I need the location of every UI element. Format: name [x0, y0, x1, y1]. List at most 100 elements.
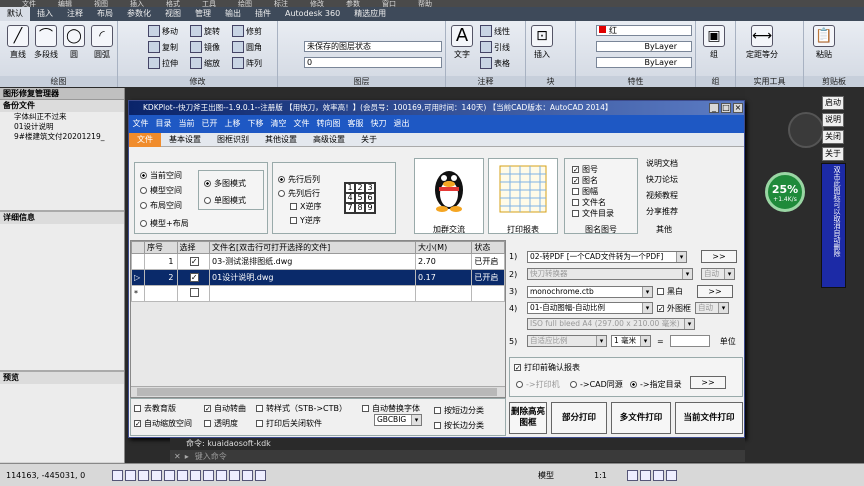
- scale-value-input[interactable]: [669, 335, 710, 347]
- radio-current-space[interactable]: 当前空间: [140, 170, 182, 181]
- side-button-about[interactable]: 关于: [822, 147, 844, 161]
- bottom-option-checkbox[interactable]: 去教育版: [134, 403, 176, 414]
- ribbon-tab-5[interactable]: 视图: [158, 7, 188, 21]
- dialog-tab[interactable]: 其他设置: [257, 133, 305, 147]
- circle-button[interactable]: ◯ 圆: [60, 25, 88, 60]
- side-button-close[interactable]: 关闭: [822, 130, 844, 144]
- paste-button[interactable]: 📋 粘贴: [810, 25, 838, 60]
- bottom-option-checkbox[interactable]: ✓ 自动转曲: [204, 403, 246, 414]
- drawing-check[interactable]: 文件目录: [572, 208, 614, 219]
- radio-single-mode[interactable]: 单图模式: [204, 195, 246, 206]
- partial-print-button[interactable]: 部分打印: [551, 402, 607, 434]
- dialog-menu-item[interactable]: 文件: [129, 115, 152, 133]
- ribbon-tab-3[interactable]: 布局: [90, 7, 120, 21]
- annotation-icon[interactable]: [626, 469, 638, 481]
- dialog-tab[interactable]: 文件: [129, 133, 161, 147]
- row-select-checkbox[interactable]: [189, 288, 199, 297]
- output-mode-more-button[interactable]: >>: [701, 250, 737, 263]
- grid-icon[interactable]: [125, 469, 136, 481]
- menu-item-2[interactable]: 视图: [94, 0, 108, 7]
- polar-icon[interactable]: [151, 469, 162, 481]
- side-button-help[interactable]: 说明: [822, 113, 844, 127]
- grid-cell[interactable]: 9: [365, 203, 375, 213]
- dialog-menu-item[interactable]: 客服: [344, 115, 367, 133]
- osnap-icon[interactable]: [164, 469, 175, 481]
- radio-to-printer[interactable]: ->打印机: [516, 379, 560, 390]
- close-button[interactable]: ×: [733, 103, 743, 113]
- lock-icon[interactable]: [652, 469, 664, 481]
- dialog-menu-item[interactable]: 清空: [267, 115, 290, 133]
- minimize-button[interactable]: _: [709, 103, 719, 113]
- qp-icon[interactable]: [242, 469, 253, 481]
- grid-cell[interactable]: 2: [355, 183, 365, 193]
- text-button[interactable]: A 文字: [448, 25, 476, 60]
- rotate-button[interactable]: 旋转: [190, 25, 220, 37]
- bottom-option-checkbox[interactable]: ✓ 自动缩放空间: [134, 418, 192, 429]
- layer-state-select[interactable]: 未保存的图层状态: [304, 41, 442, 52]
- line-button[interactable]: ╱ 直线: [4, 25, 32, 60]
- plot-style-select[interactable]: monochrome.ctb: [527, 285, 653, 298]
- auto-delete-hint[interactable]: 双击此图标可以取消自动删除: [821, 163, 846, 288]
- link-item[interactable]: 分享推荐: [646, 206, 678, 217]
- linear-button[interactable]: 线性: [480, 25, 510, 37]
- bottom-option-checkbox[interactable]: 打印后关闭软件: [256, 418, 322, 429]
- leader-button[interactable]: 引线: [480, 41, 510, 53]
- move-button[interactable]: 移动: [148, 25, 178, 37]
- grid-cell[interactable]: 6: [365, 193, 375, 203]
- mirror-button[interactable]: 镜像: [190, 41, 220, 53]
- ribbon-tab-9[interactable]: Autodesk 360: [278, 7, 347, 21]
- radio-row-first[interactable]: 先行后列: [278, 174, 320, 185]
- current-file-print-button[interactable]: 当前文件打印: [675, 402, 743, 434]
- dialog-tab[interactable]: 关于: [353, 133, 385, 147]
- dialog-menu-item[interactable]: 当前: [175, 115, 198, 133]
- model-label[interactable]: 模型: [538, 470, 554, 481]
- y-reverse-checkbox[interactable]: Y逆序: [290, 215, 321, 226]
- frame-mode-select[interactable]: 01-自动图幅-自动比例: [527, 302, 653, 314]
- close-cmd-icon[interactable]: ✕: [174, 452, 181, 461]
- dialog-tab[interactable]: 图框识别: [209, 133, 257, 147]
- scale-mode-select[interactable]: 自适应比例: [527, 335, 607, 347]
- x-reverse-checkbox[interactable]: X逆序: [290, 201, 321, 212]
- drawing-check[interactable]: 图幅: [572, 186, 598, 197]
- drawing-check[interactable]: ✓ 图号: [572, 164, 598, 175]
- row-select-checkbox[interactable]: ✓: [189, 257, 199, 266]
- dialog-menu-item[interactable]: 文件: [290, 115, 313, 133]
- row-select-checkbox[interactable]: ✓: [189, 273, 199, 282]
- scale-unit-select[interactable]: 1 毫米: [611, 335, 651, 347]
- ribbon-tab-10[interactable]: 精选应用: [347, 7, 393, 21]
- plot-style-more-button[interactable]: >>: [697, 285, 733, 298]
- lwt-icon[interactable]: [216, 469, 227, 481]
- dialog-menu-item[interactable]: 转向图: [313, 115, 344, 133]
- frame-auto-select[interactable]: 自动: [695, 302, 729, 314]
- dialog-menu-item[interactable]: 下移: [244, 115, 267, 133]
- bottom-option-checkbox[interactable]: 按长边分类: [434, 420, 484, 431]
- ribbon-tab-8[interactable]: 插件: [248, 7, 278, 21]
- fullscreen-icon[interactable]: [665, 469, 677, 481]
- radio-model-layout[interactable]: 模型+布局: [140, 218, 189, 229]
- directory-more-button[interactable]: >>: [690, 376, 726, 389]
- linetype-select[interactable]: ByLayer: [596, 41, 692, 52]
- trim-button[interactable]: 修剪: [232, 25, 262, 37]
- group-button[interactable]: ▣ 组: [700, 25, 728, 60]
- delete-highlight-frames-button[interactable]: 删除高亮图框: [509, 402, 547, 434]
- grid-cell[interactable]: 1: [345, 183, 355, 193]
- color-select[interactable]: 红: [596, 25, 692, 36]
- polyline-button[interactable]: ⌒ 多段线: [32, 25, 60, 60]
- ortho-icon[interactable]: [138, 469, 149, 481]
- radio-to-directory[interactable]: ->指定目录: [630, 379, 682, 390]
- lineweight-select[interactable]: ByLayer: [596, 57, 692, 68]
- measure-button[interactable]: ⟷ 定距等分: [740, 25, 784, 60]
- snap-icon[interactable]: [112, 469, 123, 481]
- fillet-button[interactable]: 圆角: [232, 41, 262, 53]
- bottom-option-checkbox[interactable]: 自动替换字体: [362, 403, 420, 414]
- arc-button[interactable]: ◜ 圆弧: [88, 25, 116, 60]
- grid-cell[interactable]: 4: [345, 193, 355, 203]
- menu-item-10[interactable]: 窗口: [382, 0, 396, 7]
- grid-cell[interactable]: 7: [345, 203, 355, 213]
- outer-frame-checkbox[interactable]: ✓ 外图框: [657, 303, 691, 314]
- drawing-check[interactable]: ✓ 图名: [572, 175, 598, 186]
- ribbon-tab-0[interactable]: 默认: [0, 7, 30, 21]
- output-mode-select[interactable]: 02-转PDF [一个CAD文件转为一个PDF]: [527, 250, 687, 263]
- scrollbar-thumb[interactable]: [137, 388, 497, 396]
- copy-button[interactable]: 复制: [148, 41, 178, 53]
